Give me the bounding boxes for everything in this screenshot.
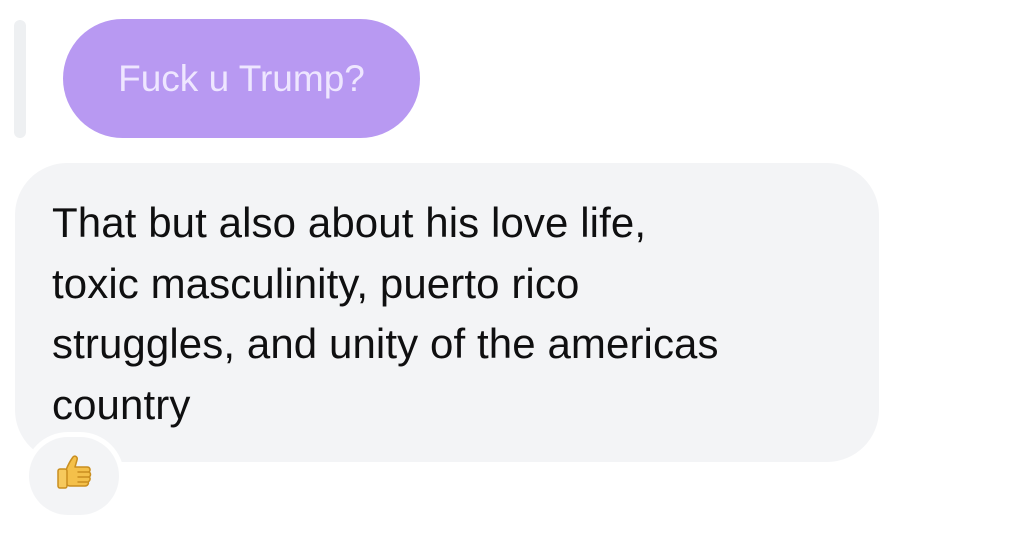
- message-line: country: [52, 380, 191, 428]
- message-line: toxic masculinity, puerto rico: [52, 259, 580, 307]
- reaction-badge[interactable]: [29, 437, 119, 515]
- quoted-message-bubble[interactable]: Fuck u Trump?: [63, 19, 420, 138]
- quoted-message-text: Fuck u Trump?: [118, 57, 365, 99]
- message-text: That but also about his love life, toxic…: [52, 193, 839, 435]
- message-line: That but also about his love life,: [52, 199, 647, 246]
- thumbs-up-icon: [52, 452, 96, 501]
- reply-quote-bar: [14, 20, 26, 138]
- message-line: struggles, and unity of the americas: [52, 320, 719, 367]
- message-bubble[interactable]: That but also about his love life, toxic…: [15, 163, 879, 462]
